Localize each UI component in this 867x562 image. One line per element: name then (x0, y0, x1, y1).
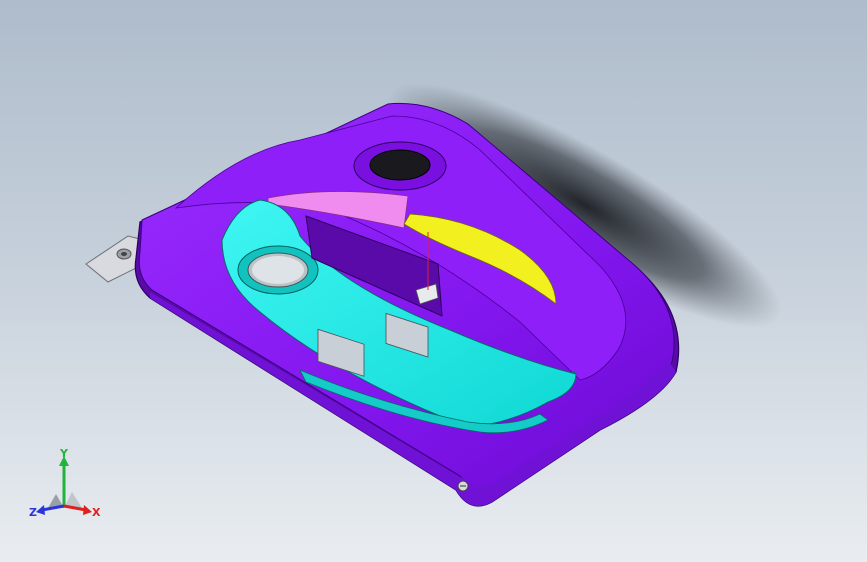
model-viewport[interactable] (0, 0, 867, 562)
screw (457, 480, 469, 492)
cup-holder[interactable] (237, 245, 319, 295)
z-axis-label: Z (29, 506, 37, 519)
speaker-grille[interactable] (353, 141, 447, 191)
z-axis-arrow (41, 504, 65, 512)
x-axis-arrow (63, 504, 87, 512)
axis-triad[interactable]: Y X Z (26, 448, 106, 524)
z-axis-head (36, 505, 45, 515)
x-axis-head (83, 505, 92, 515)
x-axis-label: X (92, 506, 101, 519)
y-axis-label: Y (59, 448, 69, 460)
